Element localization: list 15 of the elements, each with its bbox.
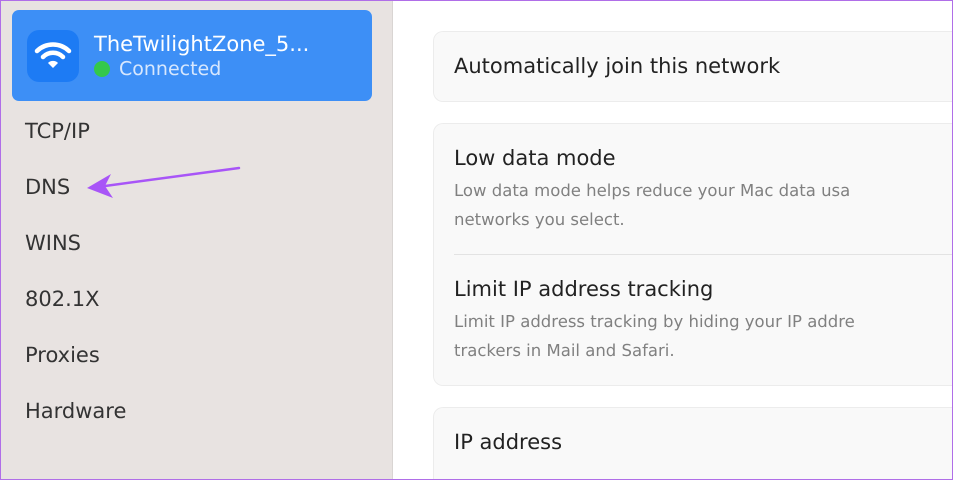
sidebar-item[interactable]: 802.1X xyxy=(12,271,372,327)
connection-status: Connected xyxy=(119,58,222,80)
setting-title: IP address xyxy=(454,430,564,454)
setting-title: Low data mode xyxy=(454,146,617,170)
setting-description: Limit IP address tracking by hiding your IP addre trackers in Mail and Safari. xyxy=(454,311,856,362)
sidebar-item[interactable]: WINS xyxy=(12,215,372,271)
setting-title: Limit IP address tracking xyxy=(454,277,714,301)
setting-description: Low data mode helps reduce your Mac data usa networks you select. xyxy=(454,180,852,231)
setting-title: Automatically join this network xyxy=(454,54,782,78)
sidebar-item[interactable]: Proxies xyxy=(12,327,372,383)
sidebar-item[interactable]: Hardware xyxy=(12,383,372,439)
sidebar-item[interactable]: TCP/IP xyxy=(12,103,372,159)
wifi-icon xyxy=(26,28,80,82)
network-name: TheTwilightZone_5... xyxy=(94,32,310,56)
sidebar-item[interactable]: DNS xyxy=(12,159,372,215)
